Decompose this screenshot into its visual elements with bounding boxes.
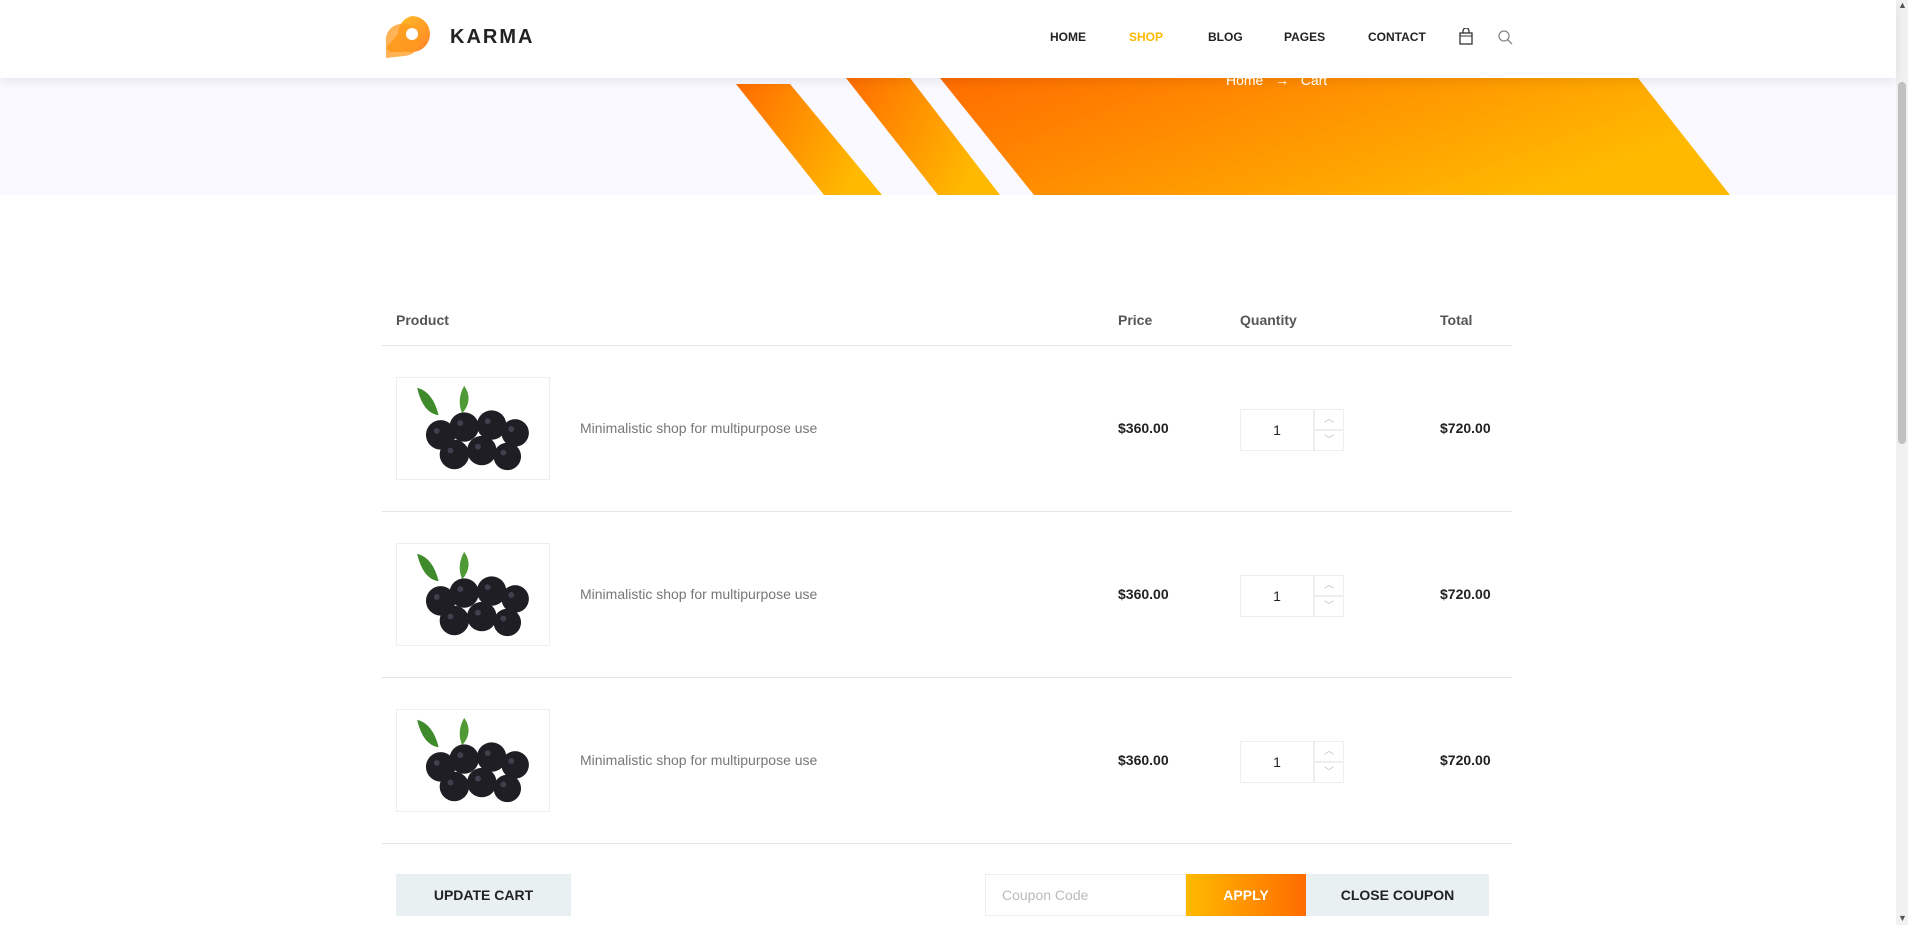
product-name[interactable]: Minimalistic shop for multipurpose use [580,752,817,768]
scroll-down-icon[interactable]: ▼ [1898,913,1907,923]
product-image[interactable] [396,377,550,480]
chevron-up-icon[interactable]: ︿ [1314,741,1344,762]
chevron-down-icon[interactable]: ﹀ [1314,762,1344,783]
quantity-input[interactable]: 1 [1240,409,1314,451]
row-total: $720.00 [1440,420,1491,436]
quantity-input[interactable]: 1 [1240,575,1314,617]
page-banner [0,78,1896,195]
header-quantity: Quantity [1240,312,1297,328]
cart-table: Product Price Quantity Total Minimalisti… [382,296,1512,844]
site-header: KARMA HOME SHOP BLOG PAGES CONTACT [0,0,1896,78]
table-row: Minimalistic shop for multipurpose use $… [382,512,1512,678]
karma-logo[interactable] [382,12,434,64]
breadcrumb-cart[interactable]: Cart [1301,72,1327,88]
page-scrollbar[interactable]: ▲ ▼ [1896,0,1908,925]
chevron-up-icon[interactable]: ︿ [1314,575,1344,596]
table-header: Product Price Quantity Total [382,296,1512,346]
brand-name[interactable]: KARMA [450,26,534,49]
product-image[interactable] [396,543,550,646]
nav-home[interactable]: HOME [1050,30,1086,44]
blackberry-image [417,717,529,803]
product-price: $360.00 [1118,420,1169,436]
chevron-up-icon[interactable]: ︿ [1314,409,1344,430]
header-product: Product [396,312,449,328]
nav-pages[interactable]: PAGES [1284,30,1325,44]
table-row: Minimalistic shop for multipurpose use $… [382,346,1512,512]
product-image[interactable] [396,709,550,812]
scroll-up-icon[interactable]: ▲ [1898,0,1907,10]
nav-contact[interactable]: CONTACT [1368,30,1426,44]
header-total: Total [1440,312,1473,328]
chevron-down-icon[interactable]: ﹀ [1314,596,1344,617]
banner-stripes [736,78,1730,195]
breadcrumb-home[interactable]: Home [1226,72,1263,88]
product-price: $360.00 [1118,752,1169,768]
quantity-input[interactable]: 1 [1240,741,1314,783]
table-row: Minimalistic shop for multipurpose use $… [382,678,1512,844]
search-icon[interactable] [1497,28,1513,46]
product-name[interactable]: Minimalistic shop for multipurpose use [580,420,817,436]
row-total: $720.00 [1440,586,1491,602]
chevron-down-icon[interactable]: ﹀ [1314,430,1344,451]
update-cart-button[interactable]: UPDATE CART [396,874,571,916]
blackberry-image [417,385,529,471]
shopping-bag-icon[interactable] [1458,28,1474,46]
apply-coupon-button[interactable]: APPLY [1186,874,1306,916]
coupon-code-input[interactable]: Coupon Code [985,874,1186,916]
product-name[interactable]: Minimalistic shop for multipurpose use [580,586,817,602]
row-total: $720.00 [1440,752,1491,768]
close-coupon-button[interactable]: CLOSE COUPON [1306,874,1489,916]
scroll-thumb[interactable] [1898,82,1906,444]
blackberry-image [417,551,529,637]
breadcrumb: Home → Cart [1226,72,1327,88]
product-price: $360.00 [1118,586,1169,602]
nav-blog[interactable]: BLOG [1208,30,1243,44]
header-price: Price [1118,312,1153,328]
arrow-right-icon: → [1267,72,1297,88]
nav-shop[interactable]: SHOP [1129,30,1163,44]
